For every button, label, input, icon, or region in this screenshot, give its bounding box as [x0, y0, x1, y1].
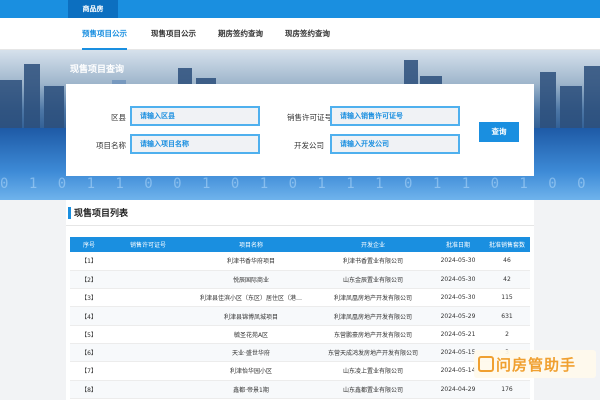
table-header-row: 序号 销售许可证号 项目名称 开发企业 批准日期 批准销售套数: [70, 237, 530, 252]
binary-pattern: 0 1 0 1 1 0 0 1 0 1 0 1 1 1 0 1 1 0 1 0 …: [0, 176, 600, 192]
table-row[interactable]: 【5】 毓圣花苑A区 东营鹏豪房地产开发有限公司 2024-05-21 2: [70, 325, 530, 344]
cell-index: 【2】: [70, 270, 108, 290]
tab-bar: 预售项目公示 现售项目公示 期房签约查询 现房签约查询: [0, 18, 600, 50]
cell-date: 2024-05-30: [432, 270, 484, 290]
table-row[interactable]: 【8】 鑫都·帝景1期 山东鑫都置业有限公司 2024-04-29 176: [70, 380, 530, 399]
col-index: 序号: [70, 237, 108, 252]
district-input[interactable]: 请输入区县: [130, 106, 260, 126]
cell-permit: [108, 343, 188, 363]
cell-developer: 山东凌上置业有限公司: [314, 361, 432, 381]
cell-developer: 东营天成鸿发房地产开发有限公司: [314, 343, 432, 363]
search-panel: 区县 请输入区县 销售许可证号 请输入销售许可证号 项目名称 请输入项目名称 开…: [66, 84, 534, 176]
cell-date: 2024-05-21: [432, 325, 484, 344]
col-approval-date: 批准日期: [432, 237, 484, 252]
cell-developer: 利津书香置业有限公司: [314, 252, 432, 271]
cell-permit: [108, 380, 188, 399]
cell-permit: [108, 288, 188, 308]
watermark-badge: 问房管助手: [474, 350, 596, 378]
cell-developer: 利津凤凰房地产开发有限公司: [314, 288, 432, 308]
watermark-logo-icon: [478, 356, 494, 372]
category-commercial-housing[interactable]: 商品房: [68, 0, 118, 18]
top-nav-bar: 商品房: [0, 0, 600, 18]
table-row[interactable]: 【3】 利津县佳滨小区（东区）居住区（港… 利津凤凰房地产开发有限公司 2024-05…: [70, 288, 530, 308]
col-approved-units: 批准销售套数: [484, 237, 530, 252]
developer-label: 开发公司: [294, 141, 324, 150]
cell-date: 2024-05-29: [432, 306, 484, 326]
cell-project[interactable]: 利津县佳滨小区（东区）居住区（港…: [188, 288, 314, 308]
cell-permit: [108, 325, 188, 344]
cell-units: 176: [484, 380, 530, 399]
cell-index: 【6】: [70, 343, 108, 363]
cell-project[interactable]: 利津怡华园小区: [188, 361, 314, 381]
table-row[interactable]: 【2】 悦辰国际商业 山东金辰置业有限公司 2024-05-30 42: [70, 270, 530, 290]
cell-units: 2: [484, 325, 530, 344]
project-name-input[interactable]: 请输入项目名称: [130, 134, 260, 154]
cell-units: 42: [484, 270, 530, 290]
cell-permit: [108, 252, 188, 271]
cell-index: 【7】: [70, 361, 108, 381]
cell-date: 2024-05-30: [432, 252, 484, 271]
search-button[interactable]: 查询: [479, 122, 519, 142]
cell-index: 【5】: [70, 325, 108, 344]
cell-index: 【1】: [70, 252, 108, 271]
search-section-title: 现售项目查询: [70, 65, 125, 75]
tab-presale-contract-query[interactable]: 期房签约查询: [218, 18, 263, 50]
cell-date: 2024-04-29: [432, 380, 484, 399]
table-row[interactable]: 【1】 利津书香华府项目 利津书香置业有限公司 2024-05-30 46: [70, 252, 530, 271]
watermark-text: 问房管助手: [496, 356, 577, 374]
table-row[interactable]: 【4】 利津县锦博凤城项目 利津凤凰房地产开发有限公司 2024-05-29 631: [70, 306, 530, 326]
tab-existing-sale-projects[interactable]: 现售项目公示: [151, 18, 196, 50]
project-name-label: 项目名称: [96, 141, 126, 150]
cell-index: 【3】: [70, 288, 108, 308]
cell-permit: [108, 361, 188, 381]
cell-developer: 山东鑫都置业有限公司: [314, 380, 432, 399]
cell-project[interactable]: 天业·盛世华府: [188, 343, 314, 363]
permit-label: 销售许可证号: [287, 113, 332, 122]
cell-project[interactable]: 毓圣花苑A区: [188, 325, 314, 344]
list-title: 现售项目列表: [74, 209, 129, 219]
tab-existing-contract-query[interactable]: 现房签约查询: [285, 18, 330, 50]
col-developer: 开发企业: [314, 237, 432, 252]
cell-units: 631: [484, 306, 530, 326]
cell-project[interactable]: 鑫都·帝景1期: [188, 380, 314, 399]
cell-developer: 东营鹏豪房地产开发有限公司: [314, 325, 432, 344]
cell-index: 【4】: [70, 306, 108, 326]
cell-project[interactable]: 利津书香华府项目: [188, 252, 314, 271]
list-header: 现售项目列表: [66, 200, 534, 226]
col-project-name: 项目名称: [188, 237, 314, 252]
developer-input[interactable]: 请输入开发公司: [330, 134, 460, 154]
title-accent-bar: [68, 207, 71, 219]
district-label: 区县: [111, 113, 126, 122]
project-table: 序号 销售许可证号 项目名称 开发企业 批准日期 批准销售套数 【1】 利津书香华…: [70, 237, 530, 399]
cell-units: 115: [484, 288, 530, 308]
cell-project[interactable]: 利津县锦博凤城项目: [188, 306, 314, 326]
tab-presale-projects[interactable]: 预售项目公示: [82, 18, 127, 50]
table-row[interactable]: 【7】 利津怡华园小区 山东凌上置业有限公司 2024-05-14: [70, 361, 530, 381]
cell-permit: [108, 270, 188, 290]
cell-project[interactable]: 悦辰国际商业: [188, 270, 314, 290]
cell-date: 2024-05-30: [432, 288, 484, 308]
cell-index: 【8】: [70, 380, 108, 399]
cell-developer: 利津凤凰房地产开发有限公司: [314, 306, 432, 326]
col-permit-no: 销售许可证号: [108, 237, 188, 252]
project-list-card: 现售项目列表 序号 销售许可证号 项目名称 开发企业 批准日期 批准销售套数 【…: [66, 200, 534, 400]
table-row[interactable]: 【6】天业·盛世华府东营天成鸿发房地产开发有限公司2024-05-153: [70, 343, 530, 363]
permit-input[interactable]: 请输入销售许可证号: [330, 106, 460, 126]
cell-permit: [108, 306, 188, 326]
cell-units: 46: [484, 252, 530, 271]
cell-developer: 山东金辰置业有限公司: [314, 270, 432, 290]
